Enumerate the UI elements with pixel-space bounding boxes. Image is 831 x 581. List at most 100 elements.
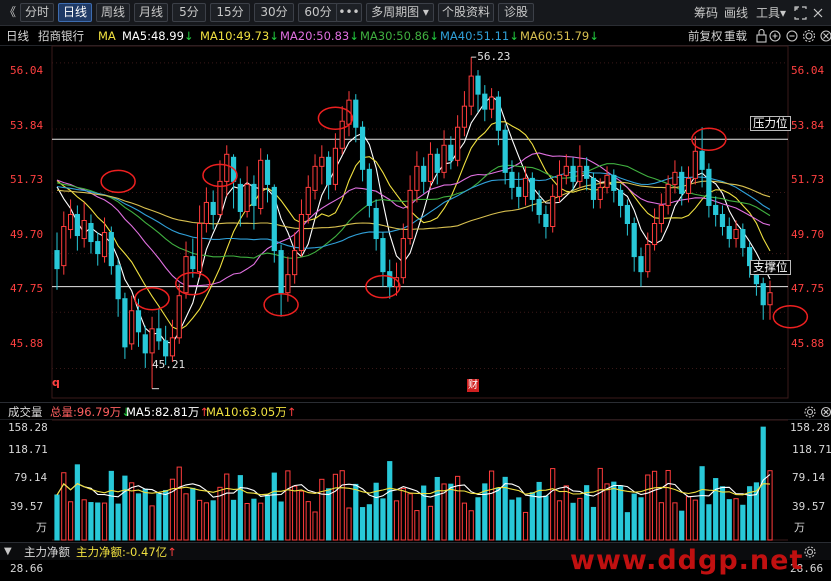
candle (326, 151, 332, 200)
candle (543, 205, 549, 239)
volume-bar (129, 482, 135, 541)
volume-bar (665, 469, 671, 541)
candle-body (434, 153, 440, 173)
candle-body (142, 334, 148, 354)
candle-body (740, 229, 746, 249)
candle (631, 217, 637, 272)
settings-icon[interactable] (804, 546, 816, 558)
candle-body (135, 310, 142, 333)
candle (217, 160, 223, 218)
volume-bar (81, 499, 87, 541)
volume-bar (482, 483, 488, 541)
candle-body (244, 183, 250, 212)
volume-bar (312, 511, 318, 541)
volume-bar (210, 500, 216, 541)
candle-body (54, 250, 60, 270)
volume-bar (203, 502, 209, 541)
candle-body (475, 75, 481, 95)
volume-bar (115, 503, 121, 541)
volume-bar (760, 426, 766, 541)
candle (237, 178, 243, 227)
candle (475, 70, 481, 113)
highlight-circle (772, 305, 809, 329)
candle (380, 232, 386, 287)
candle-body (292, 250, 298, 276)
volume-bar (529, 492, 535, 541)
candle-body (536, 198, 542, 215)
candle (740, 223, 746, 257)
volume-bar (373, 482, 379, 541)
candle-body (67, 213, 74, 231)
volume-bar (346, 507, 352, 541)
volume-bar (319, 478, 325, 541)
candle-body (441, 144, 447, 173)
candle (651, 208, 658, 251)
support-label: 支撑位 (750, 260, 791, 275)
volume-bar (101, 502, 108, 541)
candle-body (468, 75, 474, 107)
volume-bar (706, 504, 712, 541)
candle (550, 184, 556, 233)
candle-body (312, 165, 318, 191)
settings-icon[interactable] (804, 406, 816, 418)
candle-body (414, 165, 420, 191)
volume-bar (699, 466, 705, 541)
candle (115, 259, 121, 317)
candle (522, 166, 529, 206)
volume-bar (427, 505, 434, 541)
candle-body (176, 295, 182, 339)
candle (482, 85, 488, 122)
candle (264, 154, 271, 203)
volume-tick: 118.71 (792, 443, 831, 456)
candle (719, 205, 726, 236)
candle-body (509, 171, 515, 188)
volume-bar (645, 474, 651, 541)
candle-body (618, 189, 624, 206)
candle (455, 115, 461, 167)
candle (298, 199, 305, 257)
candle-body (224, 153, 230, 182)
candle-body (190, 256, 196, 270)
candle-body (604, 174, 610, 188)
volume-bar (326, 488, 332, 541)
candle (176, 283, 182, 344)
high-price-label: 56.23 (477, 50, 511, 64)
candle (502, 124, 508, 185)
candlestick-chart[interactable] (0, 0, 831, 402)
financial-report-badge[interactable]: 财 (467, 379, 479, 392)
volume-bar (237, 475, 243, 541)
candle (468, 57, 474, 116)
candle (421, 157, 427, 194)
candle (726, 217, 732, 248)
candle-body (584, 165, 590, 179)
volume-bar (380, 498, 386, 541)
volume-bar (441, 483, 447, 541)
volume-bar (251, 498, 257, 541)
candle (149, 316, 155, 389)
candle (400, 223, 406, 284)
candle (101, 217, 108, 263)
candle-body (522, 177, 529, 197)
candle (638, 247, 644, 287)
candle (495, 91, 501, 146)
close-icon[interactable] (820, 406, 831, 418)
candle-body (651, 223, 658, 246)
volume-bar (407, 493, 413, 541)
volume-bar (142, 488, 148, 541)
candle-body (373, 207, 379, 240)
candle (685, 166, 692, 203)
candle (169, 319, 176, 362)
volume-bar (183, 493, 189, 541)
candle (448, 136, 454, 170)
candle-body (305, 186, 311, 215)
volume-tick: 79.14 (14, 471, 48, 484)
candle-body (387, 271, 393, 288)
candle (556, 160, 563, 203)
volume-bar (285, 470, 291, 541)
volume-bar (651, 470, 658, 541)
candle-body (482, 93, 488, 110)
candle (461, 91, 468, 137)
candle-body (95, 241, 101, 255)
candle (129, 295, 135, 350)
marker-q[interactable]: q (52, 376, 60, 389)
